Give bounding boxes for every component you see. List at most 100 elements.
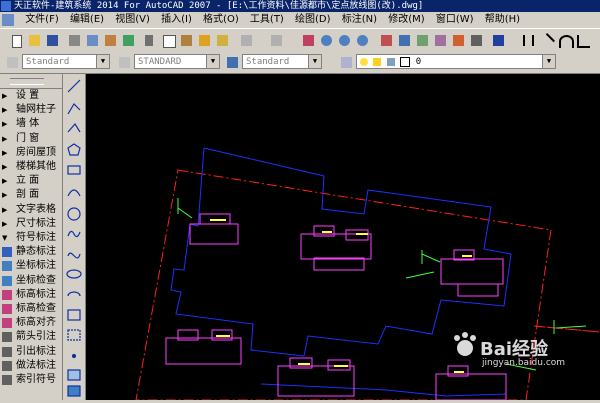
make-block-icon[interactable] — [67, 329, 81, 341]
grip-icon[interactable] — [10, 78, 44, 85]
menu-format[interactable]: 格式(O) — [199, 12, 243, 28]
dimension-arc-icon[interactable] — [556, 32, 574, 49]
gradient-icon[interactable] — [67, 385, 81, 397]
polyline-icon[interactable] — [67, 122, 81, 133]
ellipse-arc-icon[interactable] — [67, 291, 81, 297]
chevron-down-icon[interactable]: ▼ — [96, 55, 109, 68]
ellipse-icon[interactable] — [66, 269, 82, 279]
panel-item[interactable]: 索引符号 — [0, 372, 62, 388]
building-unit[interactable] — [189, 223, 239, 245]
coordinate-leader[interactable] — [555, 325, 587, 329]
lock-icon — [386, 57, 395, 66]
building-outline[interactable] — [260, 383, 507, 397]
document-icon[interactable] — [2, 14, 14, 26]
redo-icon[interactable] — [268, 32, 285, 49]
calculator-icon[interactable] — [468, 32, 485, 49]
coordinate-leader[interactable] — [405, 271, 435, 279]
chevron-down-icon[interactable]: ▼ — [308, 55, 321, 68]
copy-icon[interactable] — [160, 32, 177, 49]
coordinate-leader[interactable] — [421, 253, 441, 263]
watermark-url: jingyan.baidu.com — [482, 358, 566, 368]
print-preview-icon[interactable] — [84, 32, 101, 49]
arrow-right-icon: ▶ — [2, 163, 8, 171]
menu-bar: 文件(F) 编辑(E) 视图(V) 插入(I) 格式(O) 工具(T) 绘图(D… — [0, 12, 600, 28]
zoom-window-icon[interactable] — [336, 32, 353, 49]
markup-icon[interactable] — [450, 32, 467, 49]
menu-window[interactable]: 窗口(W) — [432, 12, 478, 28]
paste-icon[interactable] — [178, 32, 195, 49]
building-unit[interactable] — [457, 283, 499, 297]
help-icon[interactable] — [490, 32, 507, 49]
chevron-down-icon[interactable]: ▼ — [206, 55, 219, 68]
dimension-linear-icon[interactable] — [520, 32, 537, 49]
building-unit[interactable] — [300, 233, 372, 260]
building-unit[interactable] — [165, 337, 242, 365]
layer-select[interactable]: 0 ▼ — [356, 54, 556, 69]
save-icon[interactable] — [44, 32, 61, 49]
construction-line-icon[interactable] — [67, 103, 81, 115]
dimension-aligned-icon[interactable] — [538, 32, 555, 50]
plot-icon[interactable] — [120, 32, 137, 49]
coordinate-leader[interactable] — [177, 207, 193, 219]
dimension-ordinate-icon[interactable] — [574, 32, 591, 49]
tangent-menu-panel: ▶ 设 置 ▶ 轴网柱子 ▶ 墙 体 ▶ 门 窗 ▶ 房间屋顶 ▶ 楼梯其他 ▶ 立 面 ▶ 剖 面 ▶ 文字表格… — [0, 74, 63, 400]
zoom-realtime-icon[interactable] — [318, 32, 335, 49]
building-outline[interactable] — [170, 147, 512, 357]
open-icon[interactable] — [26, 32, 43, 49]
menu-modify[interactable]: 修改(M) — [384, 12, 428, 28]
sheet-set-icon[interactable] — [432, 32, 449, 49]
building-unit[interactable] — [440, 258, 504, 285]
zoom-previous-icon[interactable] — [354, 32, 371, 49]
new-icon[interactable] — [8, 32, 25, 49]
match-properties-icon[interactable] — [196, 32, 213, 49]
elevation-label-icon — [2, 289, 12, 300]
tool-palettes-icon[interactable] — [414, 32, 431, 49]
panel-header[interactable] — [0, 74, 62, 89]
point-icon[interactable] — [71, 353, 77, 359]
coordinate-check-icon — [2, 275, 12, 286]
cut-icon[interactable] — [142, 32, 159, 49]
spline-icon[interactable] — [67, 252, 81, 259]
chevron-down-icon[interactable]: ▼ — [542, 55, 555, 68]
arc-icon[interactable] — [67, 189, 81, 197]
layer-manager-icon[interactable] — [338, 54, 355, 71]
menu-tools[interactable]: 工具(T) — [246, 12, 288, 28]
arrow-right-icon: ▶ — [2, 92, 8, 100]
elevation-check-icon — [2, 304, 12, 314]
menu-file[interactable]: 文件(F) — [21, 12, 63, 28]
menu-dimension[interactable]: 标注(N) — [338, 12, 381, 28]
method-label-icon — [2, 360, 12, 371]
text-style-icon[interactable] — [4, 54, 21, 71]
revision-cloud-icon[interactable] — [67, 230, 81, 238]
building-unit[interactable] — [313, 257, 365, 271]
circle-icon[interactable] — [67, 207, 81, 221]
properties-icon[interactable] — [378, 32, 395, 49]
title-bar: 天正软件-建筑系统 2014 For AutoCAD 2007 - [E:\工作… — [0, 0, 600, 12]
polygon-icon[interactable] — [67, 143, 81, 156]
arrow-right-icon: ▶ — [2, 205, 8, 214]
rectangle-icon[interactable] — [67, 165, 81, 175]
insert-block-icon[interactable] — [67, 309, 81, 321]
undo-icon[interactable] — [238, 32, 255, 49]
text-style-select[interactable]: Standard ▼ — [22, 54, 110, 69]
menu-view[interactable]: 视图(V) — [111, 12, 154, 28]
menu-draw[interactable]: 绘图(D) — [291, 12, 335, 28]
block-editor-icon[interactable] — [214, 32, 231, 49]
dim-style-select[interactable]: STANDARD ▼ — [134, 54, 220, 69]
standard-toolbar — [0, 28, 600, 52]
menu-insert[interactable]: 插入(I) — [157, 12, 196, 28]
bulb-icon — [360, 57, 368, 66]
dim-style-icon[interactable] — [116, 54, 133, 71]
line-icon[interactable] — [67, 79, 81, 93]
table-style-icon[interactable] — [224, 54, 241, 71]
print-icon[interactable] — [66, 32, 83, 49]
hatch-icon[interactable] — [67, 369, 81, 381]
app-icon — [1, 1, 11, 11]
static-label-icon — [2, 247, 12, 258]
table-style-select[interactable]: Standard ▼ — [242, 54, 322, 69]
menu-edit[interactable]: 编辑(E) — [66, 12, 108, 28]
pan-icon[interactable] — [300, 32, 317, 49]
menu-help[interactable]: 帮助(H) — [481, 12, 524, 28]
design-center-icon[interactable] — [396, 32, 413, 49]
publish-icon[interactable] — [102, 32, 119, 49]
